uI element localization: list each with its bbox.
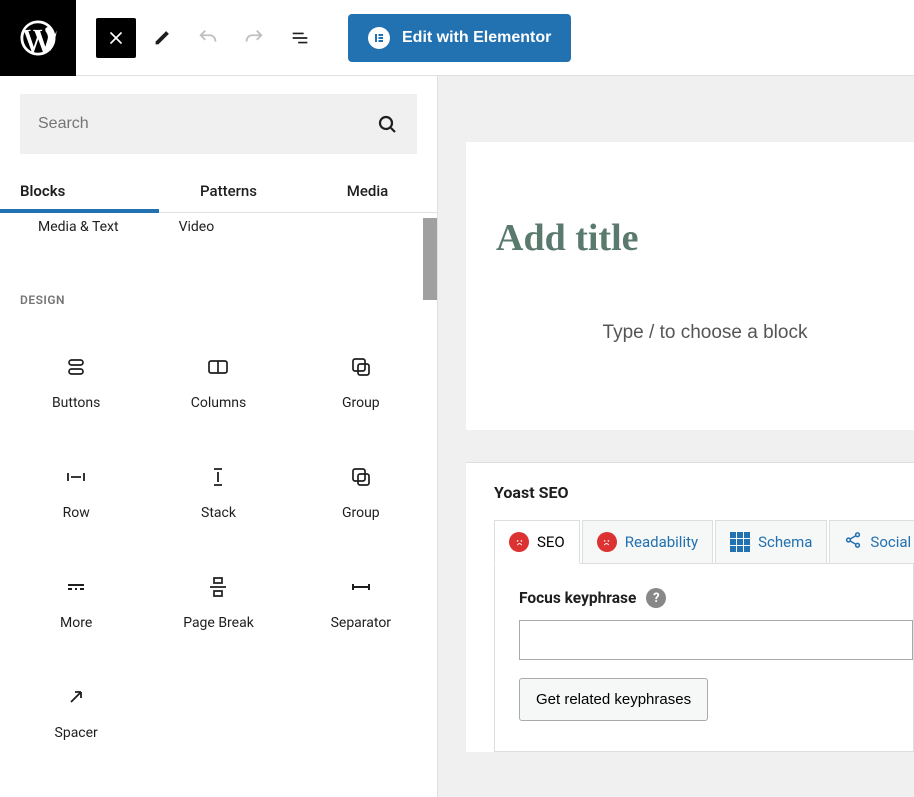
yoast-seo-panel: Yoast SEO SEO Readability Schema Social [466,462,914,752]
block-search[interactable] [20,94,417,154]
block-buttons[interactable]: Buttons [10,329,142,429]
edit-with-elementor-button[interactable]: Edit with Elementor [348,14,571,62]
block-group-2[interactable]: Group [295,439,427,539]
wp-logo-button[interactable] [0,0,76,76]
more-icon [62,573,90,601]
elementor-label: Edit with Elementor [402,29,551,47]
post-content-placeholder[interactable]: Type / to choose a block [466,322,914,344]
block-page-break[interactable]: Page Break [152,549,284,649]
columns-icon [204,353,232,381]
group-icon [347,353,375,381]
document-overview-button[interactable] [280,18,320,58]
editor-canvas[interactable]: Add title Type / to choose a block Yoast… [438,76,914,797]
close-icon [105,27,127,49]
section-design-label: DESIGN [20,293,427,307]
post-title-input[interactable]: Add title [496,216,914,260]
group-icon [347,463,375,491]
block-media-text-label[interactable]: Media & Text [38,219,119,235]
block-inserter-panel: Blocks Patterns Media Media & Text Video… [0,76,438,797]
list-view-icon [289,27,311,49]
edit-button[interactable] [142,18,182,58]
block-row[interactable]: Row [10,439,142,539]
sad-face-icon [509,532,529,552]
inserter-scroll-area: Media & Text Video DESIGN Buttons Column… [0,213,437,797]
separator-icon [347,573,375,601]
spacer-icon [62,683,90,711]
tab-media[interactable]: Media [298,174,437,212]
tab-patterns[interactable]: Patterns [159,174,298,212]
elementor-icon [368,27,390,49]
block-more[interactable]: More [10,549,142,649]
wordpress-icon [17,17,59,59]
focus-keyphrase-label: Focus keyphrase ? [519,588,913,608]
yoast-tab-seo[interactable]: SEO [494,520,580,564]
redo-icon [243,27,265,49]
focus-keyphrase-input[interactable] [519,620,913,660]
row-icon [62,463,90,491]
share-icon [844,531,862,553]
undo-icon [197,27,219,49]
sad-face-icon [597,532,617,552]
block-separator[interactable]: Separator [295,549,427,649]
scrollbar-thumb[interactable] [423,218,437,300]
page-break-icon [204,573,232,601]
block-stack[interactable]: Stack [152,439,284,539]
pencil-icon [151,27,173,49]
search-input[interactable] [38,115,375,133]
tab-blocks[interactable]: Blocks [0,174,159,212]
yoast-tab-readability[interactable]: Readability [582,520,713,564]
block-video-label[interactable]: Video [179,219,215,235]
yoast-tab-schema[interactable]: Schema [715,520,827,564]
yoast-panel-title: Yoast SEO [494,483,914,502]
grid-icon [730,532,750,552]
redo-button[interactable] [234,18,274,58]
top-toolbar: Edit with Elementor [0,0,914,76]
yoast-tab-social[interactable]: Social [829,520,914,564]
search-icon [375,112,399,136]
block-spacer[interactable]: Spacer [10,659,142,759]
block-columns[interactable]: Columns [152,329,284,429]
stack-icon [204,463,232,491]
inserter-tabs: Blocks Patterns Media [0,174,437,213]
undo-button[interactable] [188,18,228,58]
close-inserter-button[interactable] [96,18,136,58]
help-icon[interactable]: ? [646,588,666,608]
buttons-icon [62,353,90,381]
block-group[interactable]: Group [295,329,427,429]
get-related-keyphrases-button[interactable]: Get related keyphrases [519,678,708,721]
